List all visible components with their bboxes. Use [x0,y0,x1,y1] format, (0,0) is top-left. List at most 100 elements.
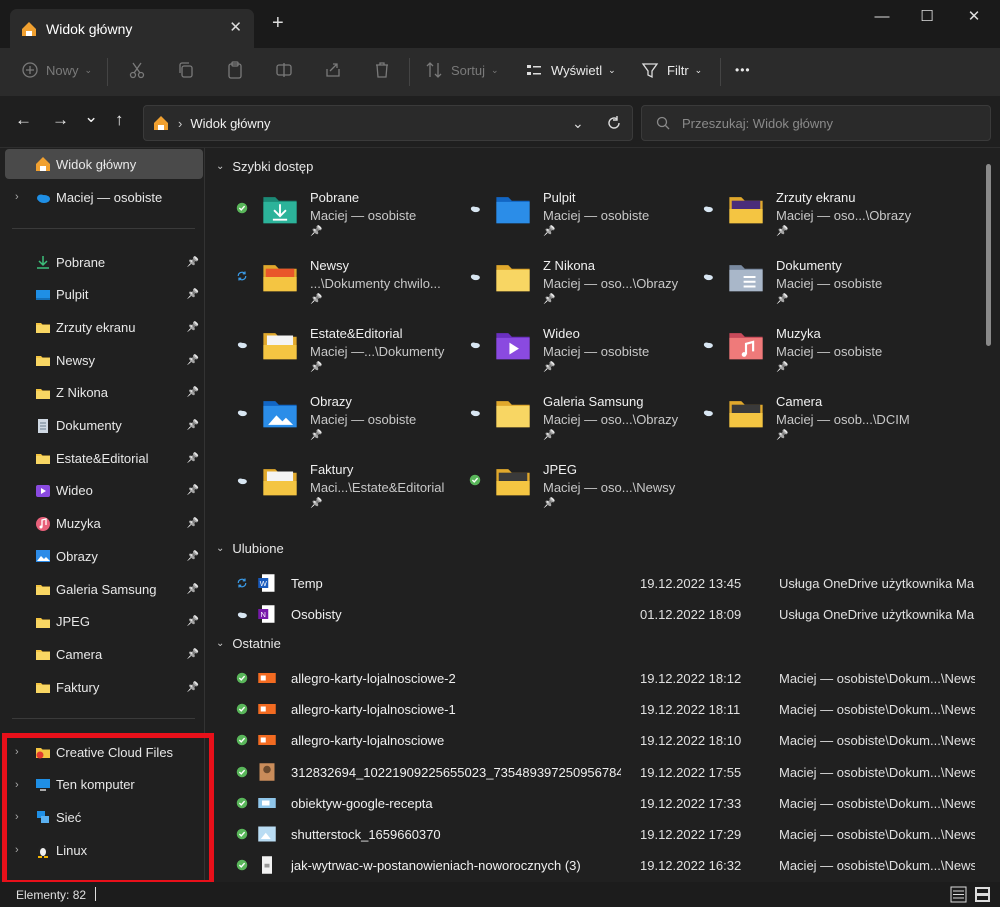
details-view-icon[interactable] [950,886,967,903]
scrollbar-thumb[interactable] [986,164,991,346]
pin-icon[interactable]: 📌 [187,387,199,398]
quick-access-item[interactable]: JPEG Maciej — oso...\Newsy 📌 [469,462,699,524]
pin-icon[interactable]: 📌 [187,420,199,431]
section-favorites[interactable]: ⌄ Ulubione [216,541,284,556]
item-count: Elementy: 82 [16,888,87,902]
folder-icon [729,197,763,224]
file-row[interactable]: allegro-karty-lojalnosciowe 19.12.2022 18… [236,725,996,755]
folder-icon [263,333,297,360]
file-date: 19.12.2022 17:55 [640,764,742,780]
sidebar-item-pinned[interactable]: Dokumenty 📌 [5,411,203,441]
file-row[interactable]: allegro-karty-lojalnosciowe-1 19.12.2022 … [236,694,996,724]
quick-access-item[interactable]: Pobrane Maciej — osobiste 📌 [236,190,466,252]
back-button[interactable]: ← [15,110,32,130]
view-button[interactable]: Wyświetl ⌄ [525,48,616,92]
pin-icon[interactable]: 📌 [187,485,199,496]
sidebar-item-onedrive[interactable]: › Maciej — osobiste [5,182,203,212]
pin-icon[interactable]: 📌 [187,289,199,300]
new-tab-button[interactable]: + [272,12,284,35]
cut-button[interactable] [128,48,146,92]
sidebar-item-pinned[interactable]: Camera 📌 [5,639,203,669]
file-location: Maciej — osobiste\Dokum...\Newsy [779,733,975,749]
share-button[interactable] [324,48,342,92]
sidebar-item-pinned[interactable]: Zrzuty ekranu 📌 [5,312,203,342]
recent-locations-button[interactable]: ⌄ [84,107,98,127]
maximize-button[interactable]: ☐ [907,4,947,28]
pin-icon[interactable]: 📌 [187,616,199,627]
sidebar-item-pinned[interactable]: Newsy 📌 [5,345,203,375]
refresh-icon[interactable] [606,115,622,131]
sort-button[interactable]: Sortuj ⌄ [425,48,499,92]
sidebar-item-pinned[interactable]: JPEG 📌 [5,607,203,637]
synced-check-icon [236,766,248,777]
sidebar-item-pinned[interactable]: Z Nikona 📌 [5,378,203,408]
filter-icon [641,63,659,79]
pin-icon[interactable]: 📌 [187,649,199,660]
search-box[interactable] [641,105,991,141]
tab-home[interactable]: Widok główny ✕ [10,9,254,48]
sidebar-item-pinned[interactable]: Galeria Samsung 📌 [5,574,203,604]
up-button[interactable]: ↑ [115,110,124,130]
copy-button[interactable] [177,48,195,92]
sidebar-item-pinned[interactable]: Estate&Editorial 📌 [5,443,203,473]
synced-check-icon [236,703,248,715]
file-row[interactable]: N Osobisty 01.12.2022 18:09 Usługa OneDrive… [236,599,996,629]
pin-icon[interactable]: 📌 [187,682,199,693]
file-row[interactable]: jak-wytrwac-w-postanowieniach-noworoczny… [236,850,996,880]
section-recent[interactable]: ⌄ Ostatnie [216,636,281,651]
sidebar-item-home[interactable]: Widok główny [5,149,203,179]
sidebar-item-pinned[interactable]: Pulpit 📌 [5,280,203,310]
item-name: Obrazy [310,394,352,409]
quick-access-item[interactable]: Estate&Editorial Maciej —...\Dokumenty 📌 [236,326,466,388]
more-options-button[interactable]: ••• [735,48,751,92]
chevron-right-icon[interactable]: › [15,191,19,203]
quick-access-item[interactable]: Wideo Maciej — osobiste 📌 [469,326,699,388]
pin-icon[interactable]: 📌 [187,257,199,268]
tiles-view-icon[interactable] [974,886,991,903]
delete-button[interactable] [373,48,391,92]
pin-icon[interactable]: 📌 [187,551,199,562]
quick-access-item[interactable]: Galeria Samsung Maciej — oso...\Obrazy 📌 [469,394,699,456]
breadcrumb-separator: › [178,115,183,131]
file-row[interactable]: allegro-karty-lojalnosciowe-2 19.12.2022 … [236,663,996,693]
quick-access-item[interactable]: Zrzuty ekranu Maciej — oso...\Obrazy 📌 [702,190,932,252]
quick-access-item[interactable]: Faktury Maci...\Estate&Editorial 📌 [236,462,466,524]
quick-access-item[interactable]: Dokumenty Maciej — osobiste 📌 [702,258,932,320]
new-button[interactable]: Nowy ⌄ [22,48,92,92]
folder-icon [263,469,297,496]
quick-access-item[interactable]: Pulpit Maciej — osobiste 📌 [469,190,699,252]
cloud-icon [470,206,480,213]
pin-icon[interactable]: 📌 [187,322,199,333]
sidebar-item-label: Estate&Editorial [56,450,149,466]
pin-icon[interactable]: 📌 [187,355,199,366]
forward-button[interactable]: → [52,110,69,130]
paste-button[interactable] [226,48,244,92]
address-bar[interactable]: › Widok główny ⌄ [143,105,633,141]
search-input[interactable] [682,115,962,131]
rename-button[interactable] [275,48,293,92]
quick-access-item[interactable]: Z Nikona Maciej — oso...\Obrazy 📌 [469,258,699,320]
sidebar-item-pinned[interactable]: Faktury 📌 [5,672,203,702]
breadcrumb-current[interactable]: Widok główny [190,116,270,131]
file-row[interactable]: shutterstock_1659660370 19.12.2022 17:29 M… [236,819,996,849]
pin-icon[interactable]: 📌 [187,453,199,464]
file-row[interactable]: W Temp 19.12.2022 13:45 Usługa OneDrive uży… [236,568,996,598]
quick-access-item[interactable]: Camera Maciej — osob...\DCIM 📌 [702,394,932,456]
sidebar-item-pinned[interactable]: Wideo 📌 [5,476,203,506]
minimize-button[interactable]: — [862,4,902,28]
quick-access-item[interactable]: Newsy ...\Dokumenty chwilo... 📌 [236,258,466,320]
chevron-down-icon[interactable]: ⌄ [572,115,584,132]
file-row[interactable]: 312832694_10221909225655023_735489397250… [236,757,996,787]
quick-access-item[interactable]: Muzyka Maciej — osobiste 📌 [702,326,932,388]
quick-access-item[interactable]: Obrazy Maciej — osobiste 📌 [236,394,466,456]
sidebar-item-pinned[interactable]: Obrazy 📌 [5,541,203,571]
filter-button[interactable]: Filtr ⌄ [641,48,702,92]
section-quick-access[interactable]: ⌄ Szybki dostęp [216,159,313,174]
close-window-button[interactable]: ✕ [954,4,994,28]
sidebar-item-pinned[interactable]: Muzyka 📌 [5,509,203,539]
pin-icon[interactable]: 📌 [187,584,199,595]
file-row[interactable]: obiektyw-google-recepta 19.12.2022 17:33 M… [236,788,996,818]
sidebar-item-pinned[interactable]: Pobrane 📌 [5,247,203,277]
close-tab-icon[interactable]: ✕ [229,18,242,36]
pin-icon[interactable]: 📌 [187,518,199,529]
